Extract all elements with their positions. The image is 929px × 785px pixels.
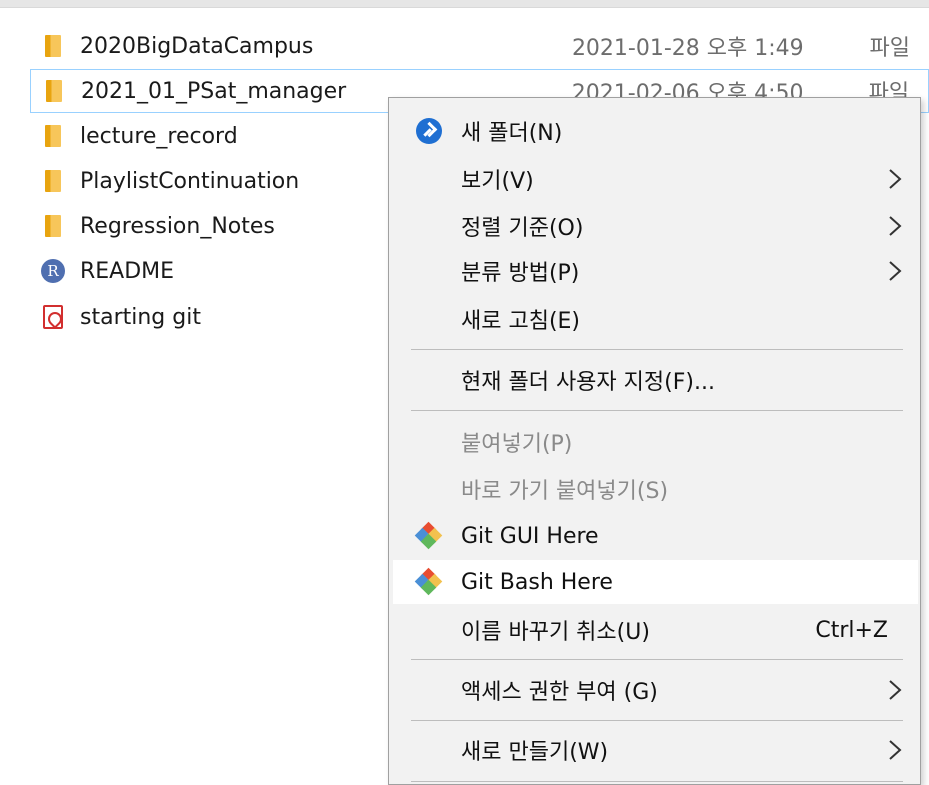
menu-item-label: 붙여넣기(P): [461, 432, 573, 457]
r-file-icon: R: [40, 256, 66, 286]
chevron-right-icon: [889, 680, 902, 700]
file-row-2020bigdatacampus[interactable]: 2020BigDataCampus 2021-01-28 오후 1:49 파일: [30, 24, 929, 68]
menu-item-view[interactable]: 보기(V): [393, 157, 918, 201]
file-type: 파일: [869, 36, 910, 61]
folder-icon: [40, 121, 66, 151]
file-date: 2021-01-28 오후 1:49: [571, 36, 804, 61]
folder-icon: [40, 31, 66, 61]
menu-item-paste: 붙여넣기(P): [393, 420, 918, 464]
menu-separator: [411, 349, 903, 350]
menu-separator: [411, 659, 903, 660]
pdf-icon: [40, 302, 66, 332]
menu-item-label: 분류 방법(P): [461, 261, 580, 286]
folder-icon: [40, 166, 66, 196]
menu-item-new[interactable]: 새로 만들기(W): [393, 728, 918, 772]
window-top-edge: [0, 0, 929, 8]
menu-item-label: Git GUI Here: [461, 523, 599, 549]
git-icon: [414, 567, 443, 596]
git-icon: [414, 521, 443, 550]
chevron-right-icon: [889, 169, 902, 189]
menu-item-new-folder[interactable]: 새 폴더(N): [393, 109, 918, 153]
menu-item-refresh[interactable]: 새로 고침(E): [393, 297, 918, 341]
file-name: 2020BigDataCampus: [80, 33, 314, 59]
folder-icon: [40, 211, 66, 241]
menu-item-label: 새로 고침(E): [461, 309, 581, 334]
menu-item-give-access[interactable]: 액세스 권한 부여 (G): [393, 668, 918, 712]
menu-item-label: 바로 가기 붙여넣기(S): [461, 479, 669, 504]
window-left-edge: [0, 8, 12, 785]
menu-item-label: 현재 폴더 사용자 지정(F)...: [461, 370, 715, 395]
chevron-right-icon: [889, 740, 902, 760]
folder-icon: [41, 76, 67, 106]
menu-item-label: 새로 만들기(W): [461, 740, 609, 765]
menu-separator: [411, 781, 903, 782]
keyboard-shortcut: Ctrl+Z: [815, 617, 888, 643]
menu-item-label: 정렬 기준(O): [461, 216, 584, 241]
menu-item-sort-by[interactable]: 정렬 기준(O): [393, 204, 918, 248]
chevron-right-icon: [889, 216, 902, 236]
menu-separator: [411, 410, 903, 411]
menu-item-label: 액세스 권한 부여 (G): [461, 680, 658, 705]
menu-item-undo-rename[interactable]: 이름 바꾸기 취소(U) Ctrl+Z: [393, 608, 918, 652]
context-menu: 새 폴더(N) 보기(V) 정렬 기준(O) 분류 방법(P) 새로 고침(E)…: [388, 97, 921, 785]
menu-item-customize-folder[interactable]: 현재 폴더 사용자 지정(F)...: [393, 358, 918, 402]
menu-item-label: 이름 바꾸기 취소(U): [461, 620, 650, 645]
chevron-right-icon: [889, 261, 902, 281]
menu-separator: [411, 720, 903, 721]
new-folder-icon: [415, 117, 443, 145]
menu-item-git-bash[interactable]: Git Bash Here: [393, 560, 918, 604]
menu-item-git-gui[interactable]: Git GUI Here: [393, 514, 918, 558]
menu-item-label: Git Bash Here: [461, 569, 613, 595]
menu-item-paste-shortcut: 바로 가기 붙여넣기(S): [393, 467, 918, 511]
menu-item-label: 보기(V): [461, 169, 534, 194]
menu-item-label: 새 폴더(N): [461, 121, 563, 146]
menu-item-group-by[interactable]: 분류 방법(P): [393, 249, 918, 293]
